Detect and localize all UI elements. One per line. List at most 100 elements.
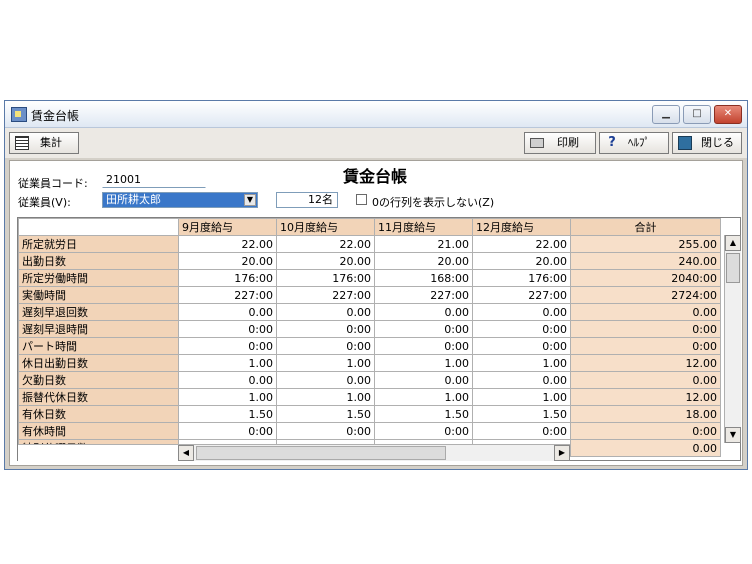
scroll-right-icon[interactable]: ▶	[554, 445, 570, 461]
table-cell[interactable]: 0.00	[570, 439, 721, 457]
table-cell[interactable]: 1.00	[374, 388, 473, 406]
table-cell[interactable]: 0.00	[472, 303, 571, 321]
help-button[interactable]: ? ﾍﾙﾌﾟ	[599, 132, 669, 154]
table-cell[interactable]: 0.00	[374, 371, 473, 389]
table-cell[interactable]: 227:00	[178, 286, 277, 304]
table-row[interactable]: 遅刻早退時間 0:00 0:00 0:00 0:00 0:00	[18, 320, 721, 338]
table-cell[interactable]: 1.50	[178, 405, 277, 423]
table-row[interactable]: 所定就労日 22.00 22.00 21.00 22.00 255.00	[18, 235, 721, 253]
table-cell[interactable]: 0.00	[570, 371, 721, 389]
table-cell[interactable]: 176:00	[472, 269, 571, 287]
table-cell[interactable]: 0.00	[570, 303, 721, 321]
chevron-down-icon[interactable]: ▼	[244, 194, 256, 206]
vertical-scrollbar[interactable]: ▲ ▼	[724, 235, 741, 443]
table-cell[interactable]: 22.00	[472, 235, 571, 253]
table-row[interactable]: 休日出勤日数 1.00 1.00 1.00 1.00 12.00	[18, 354, 721, 372]
table-cell[interactable]: 227:00	[276, 286, 375, 304]
table-cell[interactable]: 1.00	[472, 354, 571, 372]
scroll-down-icon[interactable]: ▼	[725, 427, 741, 443]
column-header[interactable]: 12月度給与	[472, 218, 571, 236]
table-cell[interactable]: 2724:00	[570, 286, 721, 304]
table-cell[interactable]: 0:00	[178, 422, 277, 440]
table-cell[interactable]: 0:00	[374, 320, 473, 338]
table-cell[interactable]: 0.00	[374, 303, 473, 321]
table-row[interactable]: 欠勤日数 0.00 0.00 0.00 0.00 0.00	[18, 371, 721, 389]
table-row[interactable]: 振替代休日数 1.00 1.00 1.00 1.00 12.00	[18, 388, 721, 406]
horizontal-scrollbar[interactable]: ◀ ▶	[178, 444, 570, 461]
table-cell[interactable]: 20.00	[374, 252, 473, 270]
table-cell[interactable]: 0:00	[276, 422, 375, 440]
table-row[interactable]: 実働時間 227:00 227:00 227:00 227:00 2724:00	[18, 286, 721, 304]
print-button[interactable]: 印刷	[524, 132, 596, 154]
table-cell[interactable]: 0.00	[178, 303, 277, 321]
table-cell[interactable]: 1.00	[276, 354, 375, 372]
table-cell[interactable]: 0.00	[276, 371, 375, 389]
employee-code-field[interactable]: 21001	[102, 172, 206, 188]
title-bar[interactable]: 賃金台帳 ▁ □ ✕	[5, 101, 747, 128]
column-header[interactable]: 合計	[570, 218, 721, 236]
table-cell[interactable]: 1.00	[276, 388, 375, 406]
scroll-up-icon[interactable]: ▲	[725, 235, 741, 251]
close-window-button[interactable]: ✕	[714, 105, 742, 124]
table-cell[interactable]: 22.00	[178, 235, 277, 253]
table-cell[interactable]: 0.00	[472, 371, 571, 389]
table-row[interactable]: 出勤日数 20.00 20.00 20.00 20.00 240.00	[18, 252, 721, 270]
close-button[interactable]: 閉じる	[672, 132, 742, 154]
table-cell[interactable]: 0:00	[178, 320, 277, 338]
table-cell[interactable]: 176:00	[178, 269, 277, 287]
table-cell[interactable]: 20.00	[472, 252, 571, 270]
table-cell[interactable]: 227:00	[472, 286, 571, 304]
minimize-button[interactable]: ▁	[652, 105, 680, 124]
hide-zero-checkbox[interactable]	[356, 194, 367, 205]
maximize-button[interactable]: □	[683, 105, 711, 124]
table-cell[interactable]: 2040:00	[570, 269, 721, 287]
table-cell[interactable]: 0:00	[374, 337, 473, 355]
table-cell[interactable]: 1.50	[374, 405, 473, 423]
table-cell[interactable]: 0:00	[374, 422, 473, 440]
table-cell[interactable]: 0.00	[276, 303, 375, 321]
table-cell[interactable]: 1.00	[178, 388, 277, 406]
table-cell[interactable]: 0:00	[570, 422, 721, 440]
table-cell[interactable]: 0:00	[570, 337, 721, 355]
table-cell[interactable]: 20.00	[276, 252, 375, 270]
column-header[interactable]: 11月度給与	[374, 218, 473, 236]
window-title: 賃金台帳	[31, 109, 80, 123]
table-cell[interactable]: 20.00	[178, 252, 277, 270]
table-cell[interactable]: 18.00	[570, 405, 721, 423]
hide-zero-label[interactable]: 0の行列を表示しない(Z)	[372, 194, 494, 210]
table-cell[interactable]: 12.00	[570, 354, 721, 372]
table-cell[interactable]: 21.00	[374, 235, 473, 253]
table-cell[interactable]: 1.00	[472, 388, 571, 406]
table-cell[interactable]: 0:00	[472, 422, 571, 440]
table-cell[interactable]: 22.00	[276, 235, 375, 253]
horizontal-scroll-thumb[interactable]	[196, 446, 446, 460]
table-cell[interactable]: 255.00	[570, 235, 721, 253]
table-cell[interactable]: 0.00	[178, 371, 277, 389]
table-cell[interactable]: 227:00	[374, 286, 473, 304]
scroll-left-icon[interactable]: ◀	[178, 445, 194, 461]
column-header[interactable]: 10月度給与	[276, 218, 375, 236]
employee-select[interactable]: 田所耕太郎 ▼	[102, 192, 258, 208]
table-cell[interactable]: 0:00	[276, 337, 375, 355]
table-cell[interactable]: 1.00	[374, 354, 473, 372]
summary-button[interactable]: 集計	[9, 132, 79, 154]
table-row[interactable]: 遅刻早退回数 0.00 0.00 0.00 0.00 0.00	[18, 303, 721, 321]
table-cell[interactable]: 0:00	[570, 320, 721, 338]
column-header[interactable]: 9月度給与	[178, 218, 277, 236]
table-cell[interactable]: 1.50	[472, 405, 571, 423]
table-cell[interactable]: 0:00	[178, 337, 277, 355]
table-cell[interactable]: 240.00	[570, 252, 721, 270]
table-cell[interactable]: 1.50	[276, 405, 375, 423]
table-cell[interactable]: 1.00	[178, 354, 277, 372]
table-row[interactable]: 有休時間 0:00 0:00 0:00 0:00 0:00	[18, 422, 721, 440]
table-row[interactable]: パート時間 0:00 0:00 0:00 0:00 0:00	[18, 337, 721, 355]
table-cell[interactable]: 0:00	[472, 337, 571, 355]
table-cell[interactable]: 0:00	[472, 320, 571, 338]
table-cell[interactable]: 12.00	[570, 388, 721, 406]
vertical-scroll-thumb[interactable]	[726, 253, 740, 283]
table-cell[interactable]: 176:00	[276, 269, 375, 287]
table-row[interactable]: 有休日数 1.50 1.50 1.50 1.50 18.00	[18, 405, 721, 423]
table-cell[interactable]: 168:00	[374, 269, 473, 287]
table-cell[interactable]: 0:00	[276, 320, 375, 338]
table-row[interactable]: 所定労働時間 176:00 176:00 168:00 176:00 2040:00	[18, 269, 721, 287]
